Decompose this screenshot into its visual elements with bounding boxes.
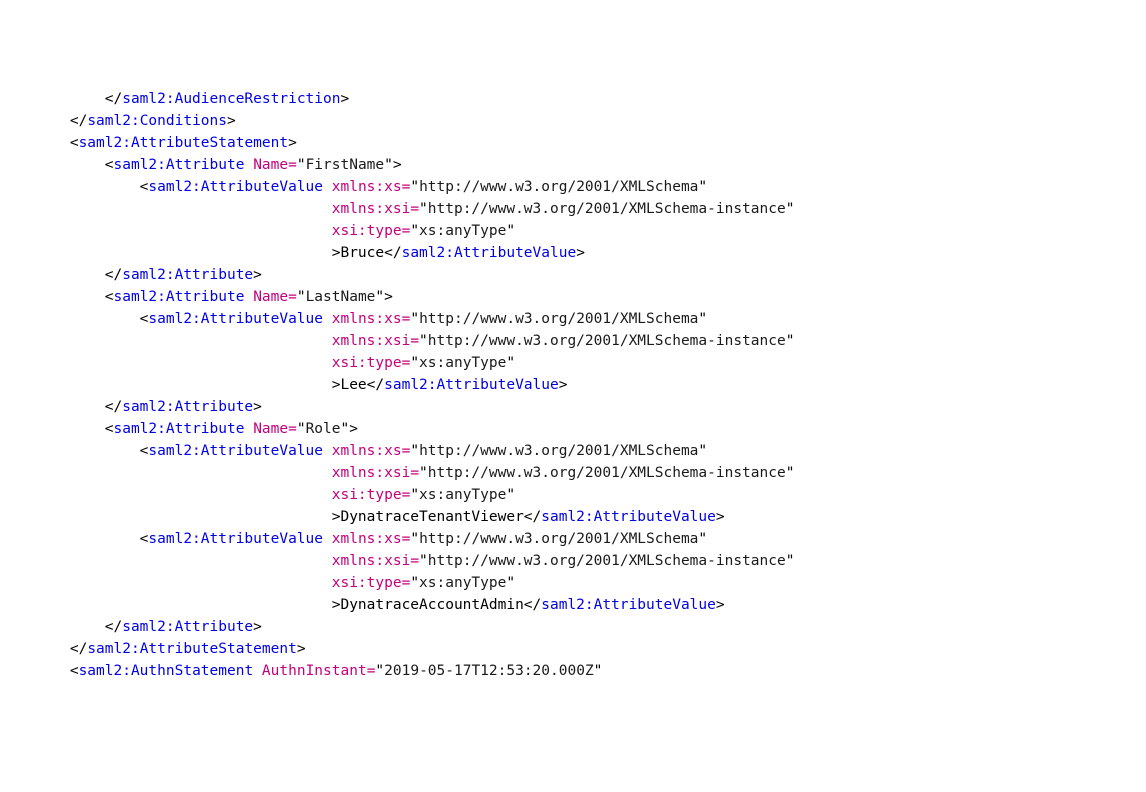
close-tag: saml2:AudienceRestriction <box>122 91 340 107</box>
close-tag: saml2:AttributeValue <box>541 597 716 613</box>
attr-name: xmlns:xs <box>332 311 402 327</box>
close-tag: saml2:AttributeValue <box>384 377 559 393</box>
open-tag: saml2:Attribute <box>114 157 245 173</box>
attr-value: xs:anyType <box>419 355 506 371</box>
equals: = <box>402 487 411 503</box>
equals: = <box>402 311 411 327</box>
attr-value: http://www.w3.org/2001/XMLSchema-instanc… <box>428 333 786 349</box>
attr-value: http://www.w3.org/2001/XMLSchema-instanc… <box>428 201 786 217</box>
attr-value: http://www.w3.org/2001/XMLSchema <box>419 443 698 459</box>
open-tag: saml2:AttributeValue <box>148 311 323 327</box>
equals: = <box>402 355 411 371</box>
text-content: Lee <box>340 377 366 393</box>
equals: = <box>410 553 419 569</box>
attr-value: http://www.w3.org/2001/XMLSchema <box>419 311 698 327</box>
attr-name: Name <box>253 421 288 437</box>
xml-code-block: </saml2:AudienceRestriction> </saml2:Con… <box>0 88 1146 682</box>
attr-value: 2019-05-17T12:53:20.000Z <box>384 663 594 679</box>
text-content: DynatraceAccountAdmin <box>340 597 523 613</box>
attr-name: Name <box>253 289 288 305</box>
attr-name: Name <box>253 157 288 173</box>
attr-name: xmlns:xsi <box>332 201 411 217</box>
open-tag: saml2:AttributeValue <box>148 179 323 195</box>
open-tag: saml2:AuthnStatement <box>79 663 254 679</box>
attr-value: xs:anyType <box>419 575 506 591</box>
close-tag: saml2:AttributeValue <box>402 245 577 261</box>
attr-value: Role <box>306 421 341 437</box>
attr-name: xsi:type <box>332 575 402 591</box>
open-tag: saml2:AttributeValue <box>148 443 323 459</box>
open-tag: saml2:Attribute <box>114 421 245 437</box>
attr-name: AuthnInstant <box>262 663 367 679</box>
equals: = <box>410 465 419 481</box>
equals: = <box>288 289 297 305</box>
equals: = <box>402 443 411 459</box>
text-content: Bruce <box>340 245 384 261</box>
attr-name: xsi:type <box>332 355 402 371</box>
open-tag: saml2:AttributeStatement <box>79 135 289 151</box>
attr-name: xmlns:xsi <box>332 553 411 569</box>
close-tag: saml2:Attribute <box>122 399 253 415</box>
close-tag: saml2:Attribute <box>122 619 253 635</box>
equals: = <box>410 201 419 217</box>
equals: = <box>402 179 411 195</box>
attr-name: xsi:type <box>332 223 402 239</box>
equals: = <box>402 575 411 591</box>
attr-value: LastName <box>306 289 376 305</box>
equals: = <box>402 223 411 239</box>
open-tag: saml2:AttributeValue <box>148 531 323 547</box>
attr-value: http://www.w3.org/2001/XMLSchema <box>419 531 698 547</box>
equals: = <box>402 531 411 547</box>
attr-value: http://www.w3.org/2001/XMLSchema-instanc… <box>428 465 786 481</box>
attr-value: http://www.w3.org/2001/XMLSchema <box>419 179 698 195</box>
equals: = <box>410 333 419 349</box>
attr-name: xmlns:xsi <box>332 333 411 349</box>
attr-value: xs:anyType <box>419 487 506 503</box>
open-tag: saml2:Attribute <box>114 289 245 305</box>
attr-name: xmlns:xsi <box>332 465 411 481</box>
attr-value: http://www.w3.org/2001/XMLSchema-instanc… <box>428 553 786 569</box>
attr-name: xsi:type <box>332 487 402 503</box>
equals: = <box>367 663 376 679</box>
attr-value: FirstName <box>306 157 385 173</box>
attr-value: xs:anyType <box>419 223 506 239</box>
attr-name: xmlns:xs <box>332 179 402 195</box>
close-tag: saml2:AttributeValue <box>541 509 716 525</box>
equals: = <box>288 421 297 437</box>
equals: = <box>288 157 297 173</box>
attr-name: xmlns:xs <box>332 531 402 547</box>
close-tag: saml2:AttributeStatement <box>87 641 297 657</box>
close-tag: saml2:Attribute <box>122 267 253 283</box>
close-tag: saml2:Conditions <box>87 113 227 129</box>
attr-name: xmlns:xs <box>332 443 402 459</box>
text-content: DynatraceTenantViewer <box>340 509 523 525</box>
